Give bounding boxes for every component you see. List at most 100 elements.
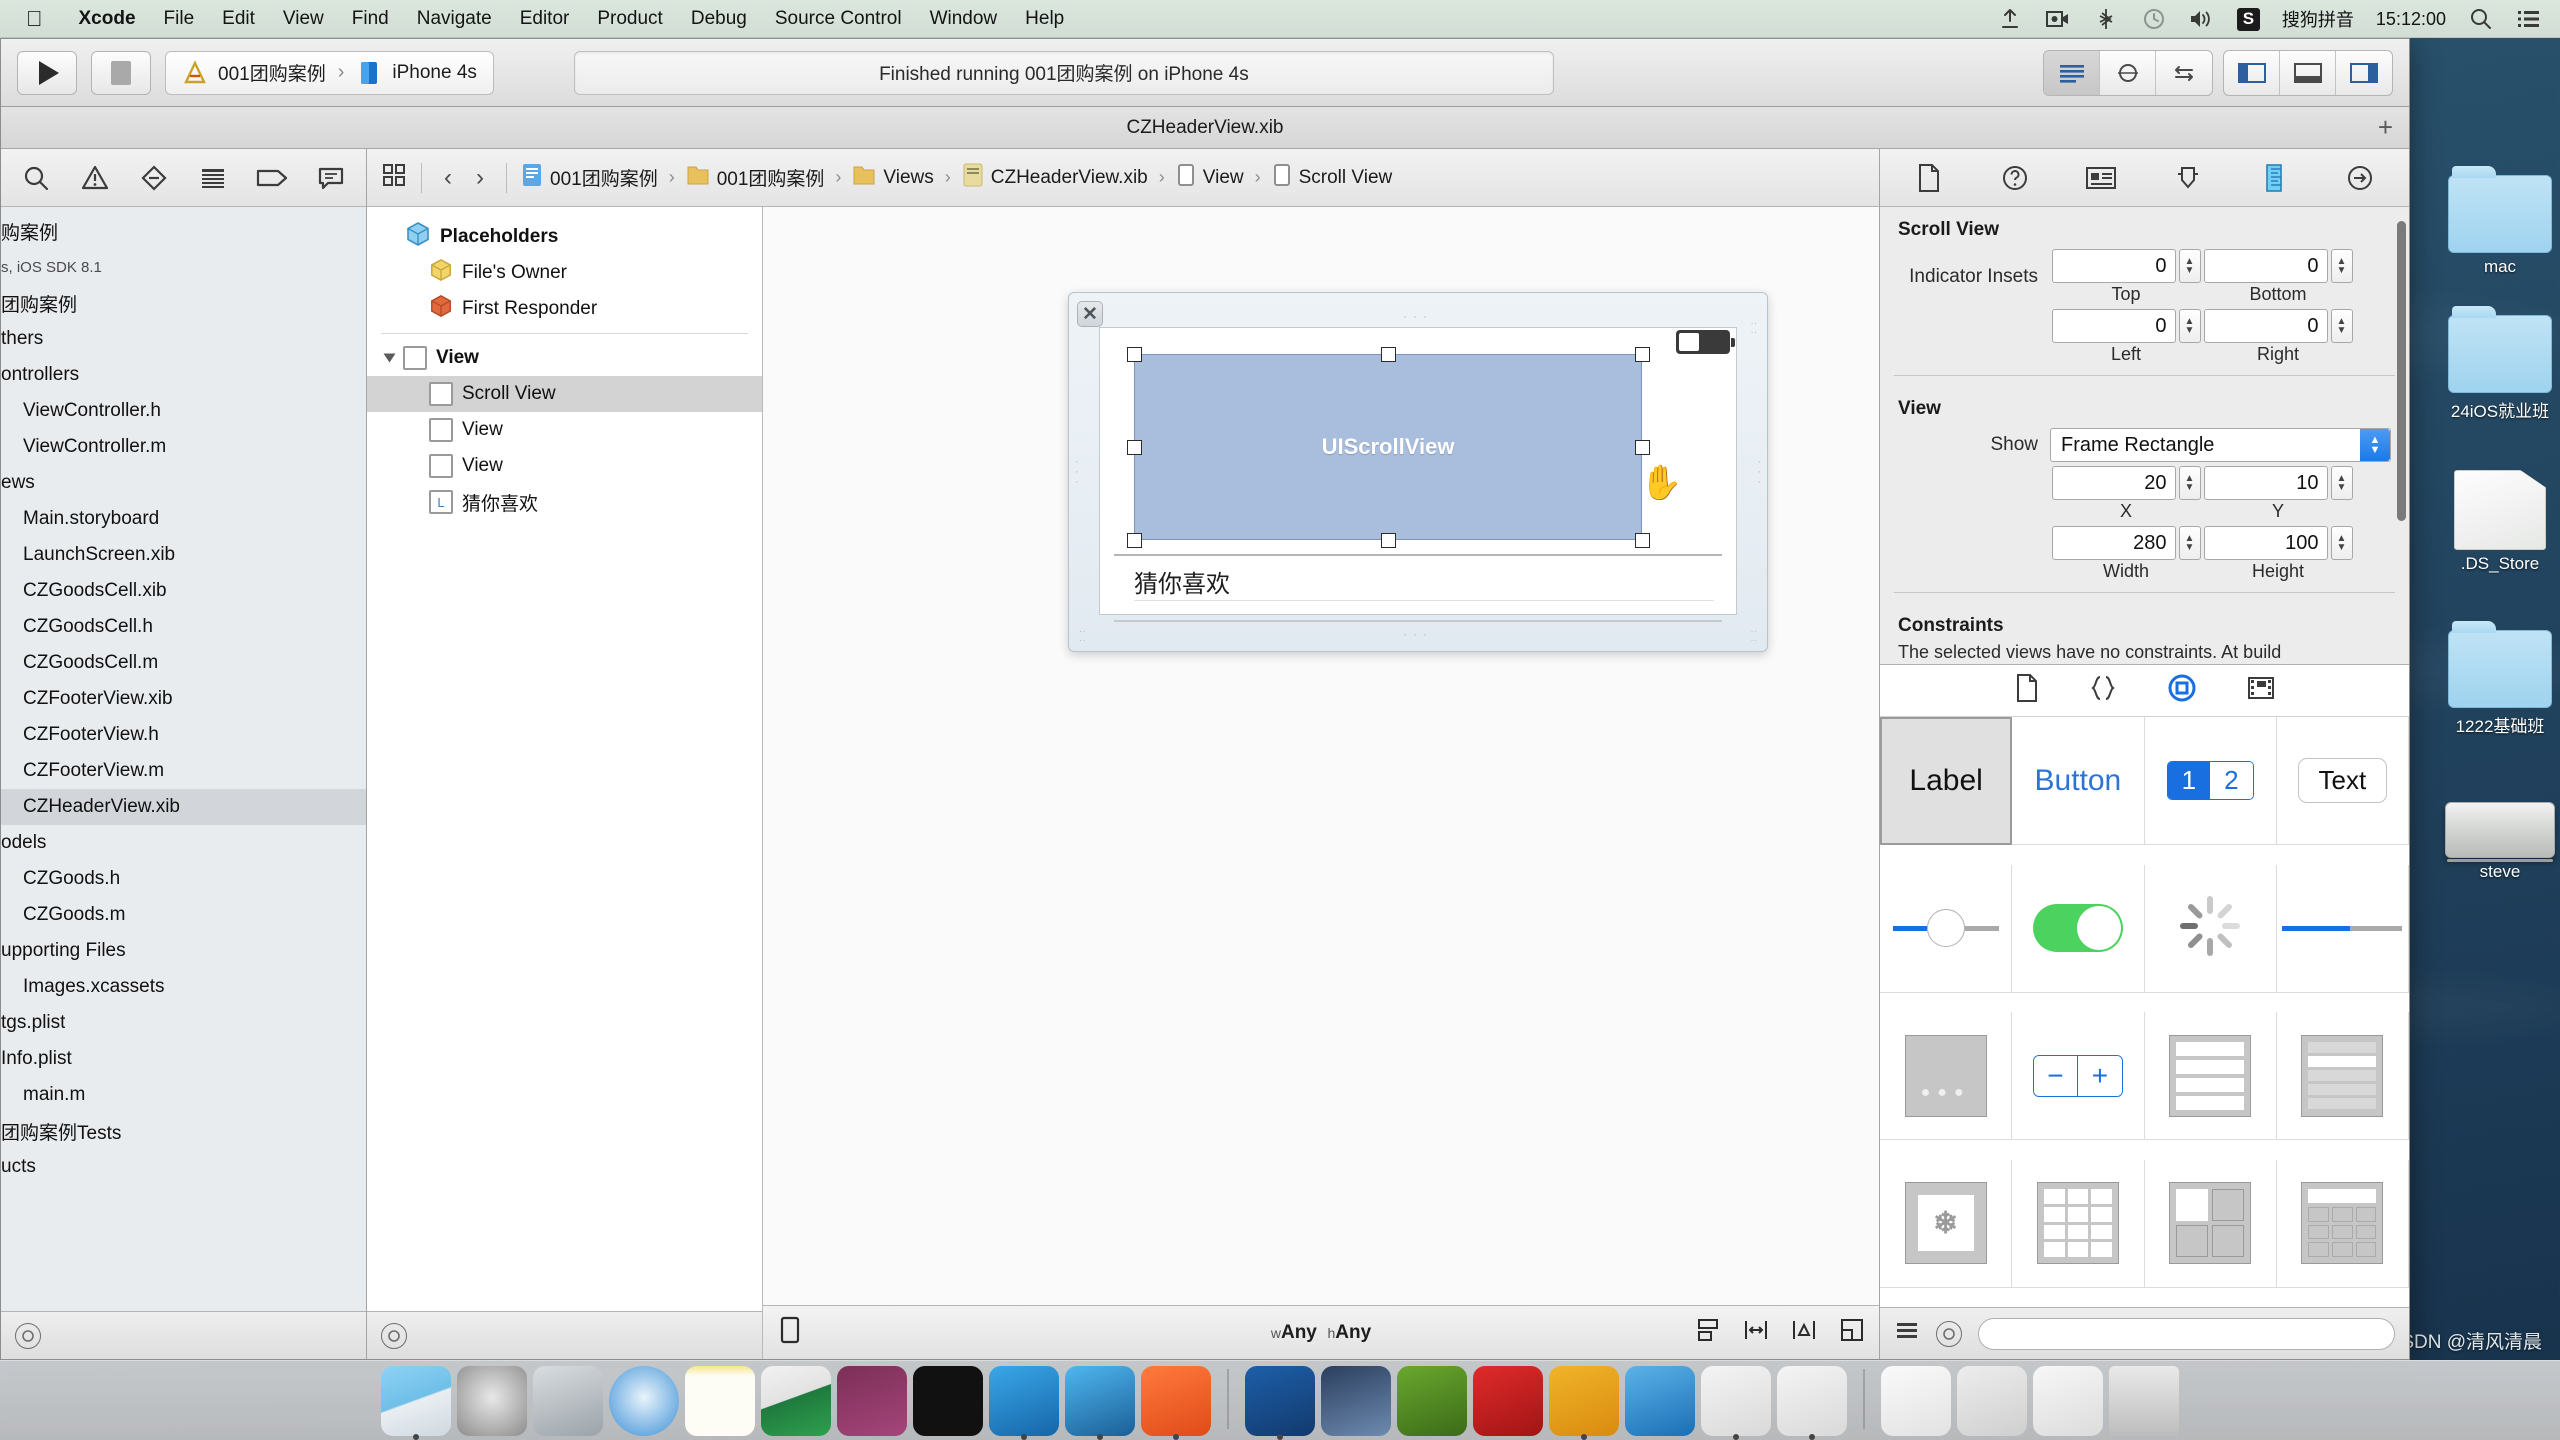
desktop-icon-steve[interactable]: steve <box>2425 790 2560 882</box>
frame-x-stepper[interactable]: ▲ ▼ <box>2178 466 2201 500</box>
airdrop-icon[interactable] <box>1997 6 2023 32</box>
standard-editor-button[interactable] <box>2044 50 2100 95</box>
library-item-stepper[interactable]: − + <box>2012 1012 2145 1141</box>
resize-handle-tl[interactable] <box>1127 347 1142 362</box>
resize-corner-bl[interactable]: ·· ·· <box>1079 627 1086 646</box>
menu-help[interactable]: Help <box>1011 8 1078 30</box>
dock-icon-notes[interactable] <box>685 1366 755 1436</box>
inset-right-input[interactable]: 0 <box>2203 309 2328 343</box>
view-toggle-segmented[interactable] <box>2223 49 2393 96</box>
library-item-table-view[interactable] <box>2144 1012 2277 1141</box>
breadcrumb-item-folder1[interactable]: 001团购案例 <box>686 162 824 194</box>
dock-icon-app-alt-1[interactable] <box>1701 1366 1771 1440</box>
outline-item-view-2[interactable]: View <box>367 448 762 484</box>
quick-help-icon[interactable] <box>1974 158 2056 198</box>
breadcrumb-item-project[interactable]: 001团购案例 <box>521 162 658 194</box>
dock-icon-finder[interactable] <box>381 1366 451 1440</box>
library-search-input[interactable] <box>1978 1317 2395 1350</box>
frame-height-input[interactable]: 100 <box>2203 526 2328 560</box>
resize-handle-br[interactable] <box>1635 533 1650 548</box>
resize-handle-bl[interactable] <box>1127 533 1142 548</box>
desktop-icon-dsstore[interactable]: .DS_Store <box>2425 470 2560 574</box>
navigator-item[interactable]: Images.xcassets <box>1 969 366 1005</box>
navigator-item[interactable]: 购案例 <box>1 213 366 249</box>
go-forward-button[interactable]: › <box>468 164 492 192</box>
dock-icon-sketch[interactable] <box>1549 1366 1619 1440</box>
navigator-item[interactable]: CZGoods.h <box>1 861 366 897</box>
resize-handle-bc[interactable] <box>1381 533 1396 548</box>
dock-icon-word[interactable] <box>1625 1366 1695 1436</box>
outline-filter-icon[interactable] <box>381 1322 407 1349</box>
ib-device-window[interactable]: ✕ ··· ··· · · · · · · ·· ·· ·· ·· ·· ·· U <box>1068 292 1768 652</box>
navigator-item[interactable]: ews <box>1 465 366 501</box>
library-item-switch[interactable] <box>2012 864 2145 993</box>
dock-icon-onenote[interactable] <box>837 1366 907 1436</box>
toggle-debug-area-button[interactable] <box>2280 50 2336 95</box>
ib-guess-label[interactable]: 猜你喜欢 <box>1134 564 1230 599</box>
go-back-button[interactable]: ‹ <box>436 164 460 192</box>
add-tab-button[interactable]: + <box>2378 112 2393 143</box>
outline-item-label[interactable]: L 猜你喜欢 <box>367 484 762 520</box>
inset-top-stepper[interactable]: ▲ ▼ <box>2178 249 2201 283</box>
inset-left-stepper[interactable]: ▲ ▼ <box>2178 309 2201 343</box>
file-inspector-icon[interactable] <box>1888 158 1970 198</box>
navigator-item[interactable]: CZGoodsCell.xib <box>1 573 366 609</box>
frame-width-stepper[interactable]: ▲ ▼ <box>2178 526 2201 560</box>
desktop-icon-24ios[interactable]: 24iOS就业班 <box>2425 306 2560 422</box>
menu-find[interactable]: Find <box>338 8 403 30</box>
resize-handle-tr[interactable] <box>1635 347 1650 362</box>
dock-icon-photos[interactable] <box>1321 1366 1391 1436</box>
frame-height-stepper[interactable]: ▲ ▼ <box>2330 526 2353 560</box>
menu-view[interactable]: View <box>269 8 338 30</box>
dock-icon-terminal[interactable] <box>913 1366 983 1436</box>
editor-mode-segmented[interactable] <box>2043 49 2213 96</box>
menu-debug[interactable]: Debug <box>677 8 761 30</box>
navigator-item[interactable]: ucts <box>1 1149 366 1185</box>
navigator-item[interactable]: CZGoods.m <box>1 897 366 933</box>
inset-bottom-input[interactable]: 0 <box>2203 249 2328 283</box>
close-icon[interactable]: ✕ <box>1077 301 1103 327</box>
volume-icon[interactable] <box>2189 6 2215 32</box>
apple-logo-icon[interactable]:  <box>26 7 43 30</box>
dock-icon-app-alt-2[interactable] <box>1777 1366 1847 1440</box>
outline-list[interactable]: Placeholders File's Owner First Responde… <box>367 207 762 1311</box>
identity-inspector-icon[interactable] <box>2060 158 2142 198</box>
dock-icon-stack-1[interactable] <box>1881 1366 1951 1436</box>
navigator-item[interactable]: ViewController.m <box>1 429 366 465</box>
inspector-scrollbar[interactable] <box>2397 221 2406 521</box>
pin-icon[interactable] <box>1743 1317 1769 1349</box>
dock-icon-xcode[interactable] <box>989 1366 1059 1440</box>
breakpoint-navigator-icon[interactable] <box>244 158 299 198</box>
size-class-label[interactable]: wAny hAny <box>1271 1322 1371 1344</box>
library-item-table-view-cell[interactable] <box>2276 1012 2409 1141</box>
menu-edit[interactable]: Edit <box>208 8 269 30</box>
frame-y-input[interactable]: 10 <box>2203 466 2328 500</box>
dock-icon-stack-3[interactable] <box>2033 1366 2103 1436</box>
version-editor-button[interactable] <box>2156 51 2212 95</box>
outline-item-files-owner[interactable]: File's Owner <box>367 255 762 291</box>
dock-icon-acrobat[interactable] <box>1245 1366 1315 1440</box>
spotlight-search-icon[interactable] <box>2468 6 2494 32</box>
outline-item-scroll-view[interactable]: Scroll View <box>367 376 762 412</box>
run-button[interactable] <box>17 50 77 95</box>
dock-icon-launchpad[interactable] <box>533 1366 603 1436</box>
time-machine-icon[interactable] <box>2141 6 2167 32</box>
library-item-activity-indicator[interactable] <box>2144 864 2277 993</box>
library-item-button[interactable]: Button <box>2012 717 2145 846</box>
file-template-library-icon[interactable] <box>2014 673 2040 708</box>
ib-scroll-view[interactable]: UIScrollView <box>1134 354 1642 540</box>
frame-x-input[interactable]: 20 <box>2051 466 2176 500</box>
connections-inspector-icon[interactable] <box>2319 158 2401 198</box>
navigator-item[interactable]: CZFooterView.h <box>1 717 366 753</box>
dock-icon-keynote-alt[interactable] <box>1397 1366 1467 1436</box>
outline-item-view-root[interactable]: View <box>367 340 762 376</box>
navigator-item[interactable]: CZFooterView.m <box>1 753 366 789</box>
dock-icon-excel[interactable] <box>761 1366 831 1436</box>
disclosure-triangle-icon[interactable] <box>383 353 396 363</box>
ime-label[interactable]: 搜狗拼音 <box>2282 6 2354 32</box>
navigator-item[interactable]: tgs.plist <box>1 1005 366 1041</box>
toggle-navigator-button[interactable] <box>2224 50 2280 95</box>
preview-device-icon[interactable] <box>777 1315 803 1351</box>
dock-icon-stack-2[interactable] <box>1957 1366 2027 1436</box>
code-snippet-library-icon[interactable] <box>2088 674 2118 707</box>
